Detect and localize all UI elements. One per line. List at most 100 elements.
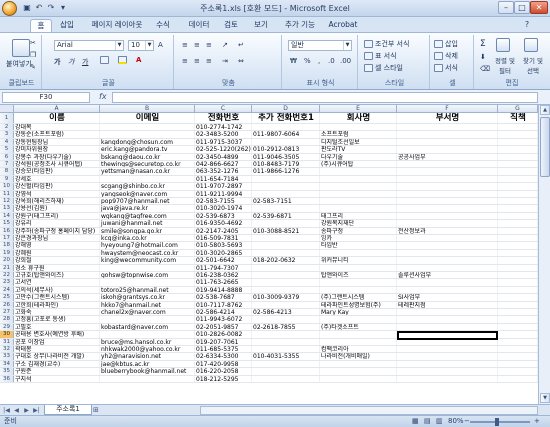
cell-e32[interactable]: 컴팩코리아 [320,346,397,353]
cell-a22[interactable]: 고규호(탑앤와이즈) [14,272,100,279]
cell-a19[interactable]: 강혜원 [14,249,100,257]
underline-button[interactable]: 가 [82,57,88,67]
cell-a8[interactable]: 강승모(타임판) [14,168,100,175]
cell-c26[interactable]: 010-7117-8762 [195,301,252,308]
cell-b11[interactable]: yangseok@naver.com [100,190,195,197]
cell-d31[interactable] [252,338,320,345]
cell-a10[interactable]: 강신혈(타임판) [14,183,100,190]
cell-a27[interactable]: 고화숙 [14,309,100,316]
row-header[interactable]: 10 [0,183,14,190]
cell-c13[interactable]: 010-3020-1974 [195,205,252,212]
cell-g14[interactable] [498,212,538,220]
cell-c14[interactable]: 02-539-6873 [195,212,252,220]
cell-d9[interactable] [252,175,320,183]
cell-b13[interactable]: java@java.re.kr [100,205,195,212]
tab-home[interactable]: 홈 [30,19,52,32]
select-all-corner[interactable] [0,105,14,113]
row-header[interactable]: 34 [0,360,14,368]
format-cells-button[interactable]: 서식 [434,63,458,73]
cell-g28[interactable] [498,316,538,323]
vertical-scrollbar[interactable]: ▲ ▼ [538,105,550,404]
cell-d14[interactable]: 02-539-6871 [252,212,320,220]
cell-c5[interactable]: 02-525-1220(262) [195,146,252,153]
cell-a1[interactable]: 이름 [14,113,100,123]
cell-c9[interactable]: 011-654-7184 [195,175,252,183]
column-header-c[interactable]: C [195,105,252,113]
cell-d28[interactable] [252,316,320,323]
cell-c25[interactable]: 02-538-7687 [195,294,252,301]
column-header-f[interactable]: F [397,105,498,113]
cell-e15[interactable]: 강원복지재단 [320,220,397,227]
cell-d6[interactable]: 011-9046-3505 [252,153,320,160]
first-sheet-icon[interactable]: |◀ [2,406,11,415]
cell-c2[interactable]: 010-2774-1742 [195,124,252,131]
row-header[interactable]: 15 [0,220,14,227]
cell-b3[interactable] [100,131,195,138]
cell-c30[interactable]: 010-2826-0082 [195,331,252,338]
cell-e20[interactable]: 위커뮤니티 [320,257,397,264]
cell-g34[interactable] [498,360,538,368]
cell-b15[interactable]: juwani@hanmail.net [100,220,195,227]
cell-d21[interactable] [252,264,320,271]
row-header[interactable]: 35 [0,368,14,375]
currency-button[interactable]: ₩ [290,57,297,65]
number-format-select[interactable]: 일반 ▼ [288,40,352,51]
font-name-select[interactable]: Arial ▼ [54,40,124,51]
cell-g16[interactable] [498,227,538,234]
cell-d5[interactable]: 010-2912-0813 [252,146,320,153]
cell-d4[interactable] [252,138,320,146]
cut-icon[interactable]: ✂ [30,39,36,47]
cell-b18[interactable]: hyeyoung7@hotmail.com [100,242,195,249]
cell-b17[interactable]: kcg@inka.co.kr [100,235,195,242]
cell-c35[interactable]: 016-220-2058 [195,368,252,375]
row-header[interactable]: 28 [0,316,14,323]
delete-cells-button[interactable]: 삭제 [434,51,458,61]
cell-b36[interactable] [100,375,195,382]
cell-c23[interactable]: 011-763-2665 [195,279,252,286]
cell-g13[interactable] [498,205,538,212]
cell-a2[interactable]: 강대복 [14,124,100,131]
zoom-slider-thumb[interactable] [495,418,499,426]
cell-f16[interactable]: 전산정보과 [397,227,498,234]
cell-c36[interactable]: 018-212-5295 [195,375,252,382]
cell-g4[interactable] [498,138,538,146]
fill-icon[interactable]: ⬇ [480,53,486,61]
cell-g19[interactable] [498,249,538,257]
zoom-level[interactable]: 80% [448,416,464,427]
row-header[interactable]: 4 [0,138,14,146]
cell-g18[interactable] [498,242,538,249]
cell-b14[interactable]: wgkang@tagfree.com [100,212,195,220]
cell-c22[interactable]: 016-238-0362 [195,272,252,279]
cell-b9[interactable] [100,175,195,183]
align-right-icon[interactable]: ≡ [206,57,212,65]
cell-b27[interactable]: chanel2x@naver.com [100,309,195,316]
row-header[interactable]: 2 [0,124,14,131]
column-header-a[interactable]: A [14,105,100,113]
cell-f3[interactable] [397,131,498,138]
cell-c6[interactable]: 02-3450-4899 [195,153,252,160]
cell-d15[interactable] [252,220,320,227]
row-header[interactable]: 16 [0,227,14,234]
border-icon[interactable] [100,56,111,64]
cell-f10[interactable] [397,183,498,190]
tab-view[interactable]: 보기 [250,19,272,32]
autosum-button[interactable]: Σ [480,39,486,49]
cell-a34[interactable]: 구소 김재경(교수) [14,360,100,368]
cell-g17[interactable] [498,235,538,242]
cell-a3[interactable]: 강동순(소프트포럼) [14,131,100,138]
cell-f6[interactable]: 공공사업부 [397,153,498,160]
cell-f8[interactable] [397,168,498,175]
cell-a4[interactable]: 강동현팀장님 [14,138,100,146]
zoom-in-button[interactable]: + [534,416,540,427]
zoom-out-button[interactable]: − [464,416,470,427]
cell-e10[interactable] [320,183,397,190]
row-header[interactable]: 30 [0,331,14,338]
find-select-icon[interactable] [524,38,538,52]
cell-a21[interactable]: 경소 휴구원 [14,264,100,271]
cell-a17[interactable]: 강은경과장님 [14,235,100,242]
cell-e2[interactable] [320,124,397,131]
cell-e8[interactable] [320,168,397,175]
increase-decimal-icon[interactable]: .0 [328,57,335,65]
cell-a28[interactable]: 고정흥(고포로 동생) [14,316,100,323]
cell-b21[interactable] [100,264,195,271]
